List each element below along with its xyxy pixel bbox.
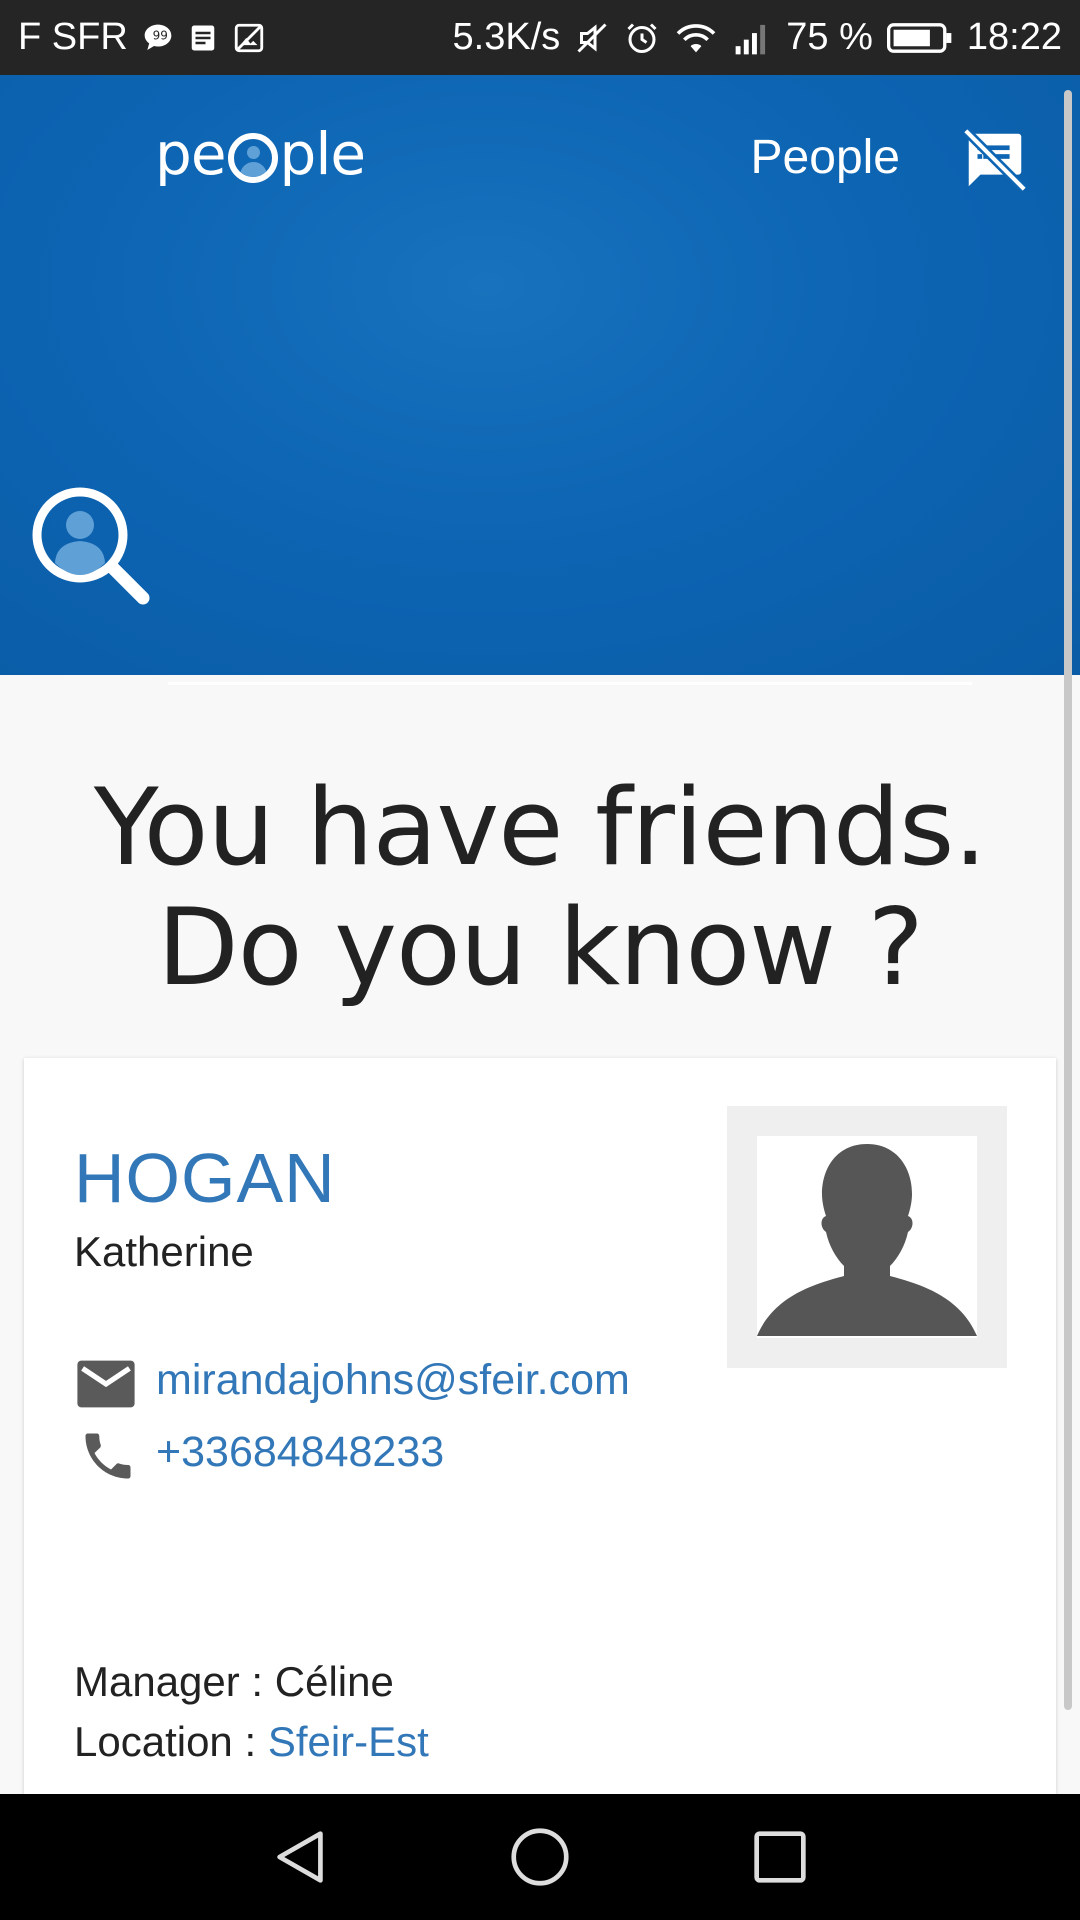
person-card[interactable]: HOGAN Katherine mirandajohns@sfeir.com +… xyxy=(24,1058,1056,1920)
image-icon xyxy=(232,21,266,55)
logo-person-icon xyxy=(227,133,278,183)
back-icon[interactable] xyxy=(265,1822,335,1892)
screen: F SFR 99 5.3K/s 75 % 18:22 pe ple People… xyxy=(0,0,1080,1920)
location-label: Location : xyxy=(74,1718,268,1765)
svg-text:99: 99 xyxy=(152,28,167,42)
phone-link[interactable]: +33684848233 xyxy=(156,1428,444,1477)
status-right: 5.3K/s 75 % 18:22 xyxy=(453,0,1062,75)
mute-icon xyxy=(574,20,610,56)
person-first-name: Katherine xyxy=(74,1228,254,1275)
speaker-notes-off-icon[interactable] xyxy=(960,125,1030,195)
network-speed: 5.3K/s xyxy=(452,16,561,58)
battery-percent: 75 % xyxy=(786,16,873,58)
avatar-placeholder-icon xyxy=(757,1136,977,1338)
notes-icon xyxy=(188,23,218,53)
alarm-icon xyxy=(624,20,660,56)
photo-frame xyxy=(727,1106,1007,1368)
status-bar: F SFR 99 5.3K/s 75 % 18:22 xyxy=(0,0,1080,75)
email-link[interactable]: mirandajohns@sfeir.com xyxy=(156,1356,630,1405)
headline-line-1: You have friends. xyxy=(93,766,987,889)
people-logo[interactable]: pe ple xyxy=(155,120,367,188)
recents-icon[interactable] xyxy=(745,1822,815,1892)
home-icon[interactable] xyxy=(505,1822,575,1892)
location-row: Location : Sfeir-Est xyxy=(74,1718,429,1766)
carrier-name: F SFR xyxy=(18,16,128,58)
wifi-icon xyxy=(674,20,718,56)
location-link[interactable]: Sfeir-Est xyxy=(268,1718,429,1765)
logo-text-start: pe xyxy=(155,120,226,188)
header-title[interactable]: People xyxy=(751,130,900,185)
headline-line-2: Do you know ? xyxy=(157,886,924,1009)
app-header: pe ple People xyxy=(0,75,1080,685)
logo-text-end: ple xyxy=(279,120,367,188)
navigation-bar xyxy=(0,1794,1080,1920)
manager-name: Céline xyxy=(274,1658,394,1705)
headline: You have friends. Do you know ? xyxy=(0,768,1080,1008)
manager-row: Manager : Céline xyxy=(74,1658,394,1706)
phone-icon xyxy=(78,1426,138,1486)
person-search-icon[interactable] xyxy=(28,483,153,608)
signal-icon xyxy=(732,20,772,56)
email-icon xyxy=(74,1358,138,1410)
status-left: F SFR 99 xyxy=(18,16,266,59)
manager-label: Manager : xyxy=(74,1658,275,1705)
clock: 18:22 xyxy=(966,16,1062,58)
person-last-name: HOGAN xyxy=(74,1139,336,1217)
battery-icon xyxy=(886,21,953,55)
chat-bubble-icon: 99 xyxy=(142,22,174,54)
search-input[interactable] xyxy=(168,605,972,685)
